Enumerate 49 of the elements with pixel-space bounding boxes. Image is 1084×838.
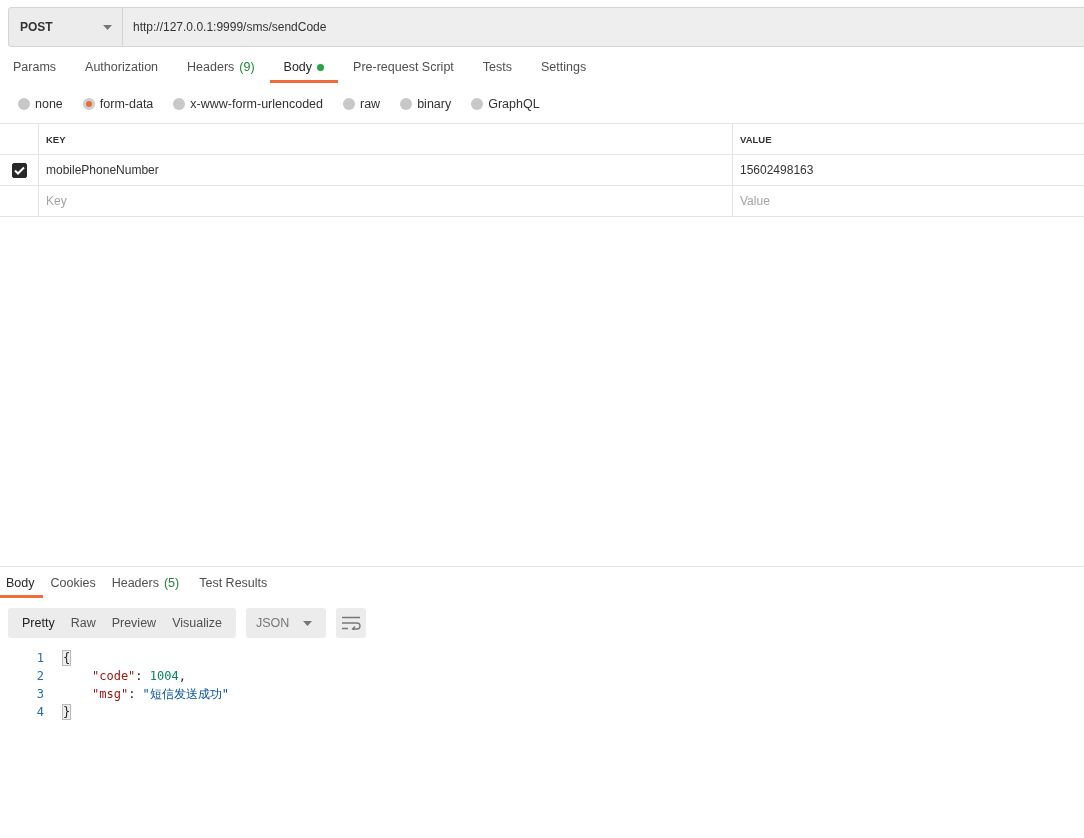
radio-label: form-data (99, 97, 154, 111)
view-mode-option[interactable]: Preview (103, 616, 165, 630)
checkbox[interactable] (11, 162, 27, 178)
radio-button[interactable] (343, 98, 355, 110)
tab[interactable]: Headers (9) (173, 60, 269, 83)
radio-option[interactable]: none (18, 97, 63, 111)
radio-button[interactable] (471, 98, 484, 110)
table-cell: mobilePhoneNumber (46, 163, 159, 177)
view-mode-option[interactable]: Visualize (164, 616, 230, 630)
radio-option[interactable]: GraphQL (471, 97, 540, 111)
tab[interactable]: Test Results (187, 576, 276, 598)
radio-button[interactable] (173, 98, 186, 110)
tab[interactable]: Settings (527, 60, 601, 83)
caret-icon (303, 620, 313, 626)
format-dropdown[interactable]: JSON (245, 608, 327, 638)
column-header: VALUE (740, 133, 772, 145)
radio-button[interactable] (400, 98, 413, 110)
column-header: KEY (46, 133, 66, 145)
radio-option[interactable]: binary (400, 97, 452, 111)
code-line: "code": 1004, (92, 668, 186, 685)
radio-button[interactable] (18, 98, 30, 110)
tab[interactable]: Params (0, 60, 71, 83)
radio-label: raw (360, 97, 381, 111)
method-dropdown[interactable]: POST (8, 7, 123, 47)
tab[interactable]: Body (269, 60, 339, 83)
line-number: 3 (35, 686, 44, 703)
view-mode-option[interactable]: Pretty (14, 616, 63, 630)
wrap-lines-button[interactable] (336, 608, 367, 638)
tab[interactable]: Body (0, 576, 43, 598)
radio-option[interactable]: raw (343, 97, 381, 111)
tab[interactable]: Authorization (71, 60, 173, 83)
tab[interactable]: Cookies (42, 576, 104, 598)
tab[interactable]: Pre-request Script (339, 60, 468, 83)
tab[interactable]: Headers (5) (103, 576, 188, 598)
radio-label: none (35, 97, 63, 111)
line-number: 1 (35, 650, 44, 667)
line-number: 4 (35, 704, 44, 721)
wrap-lines-icon (341, 616, 362, 630)
table-cell: 15602498163 (740, 163, 814, 177)
radio-label: binary (417, 97, 452, 111)
radio-label: GraphQL (488, 97, 540, 111)
url-field[interactable]: http://127.0.0.1:9999/sms/sendCode (123, 7, 1084, 47)
radio-option[interactable]: form-data (82, 97, 154, 111)
line-number: 2 (35, 668, 44, 685)
tab[interactable]: Tests (468, 60, 526, 83)
caret-icon (103, 24, 112, 30)
radio-button[interactable] (82, 98, 95, 110)
code-line: "msg": "短信发送成功" (92, 686, 230, 703)
view-mode-option[interactable]: Raw (62, 616, 104, 630)
